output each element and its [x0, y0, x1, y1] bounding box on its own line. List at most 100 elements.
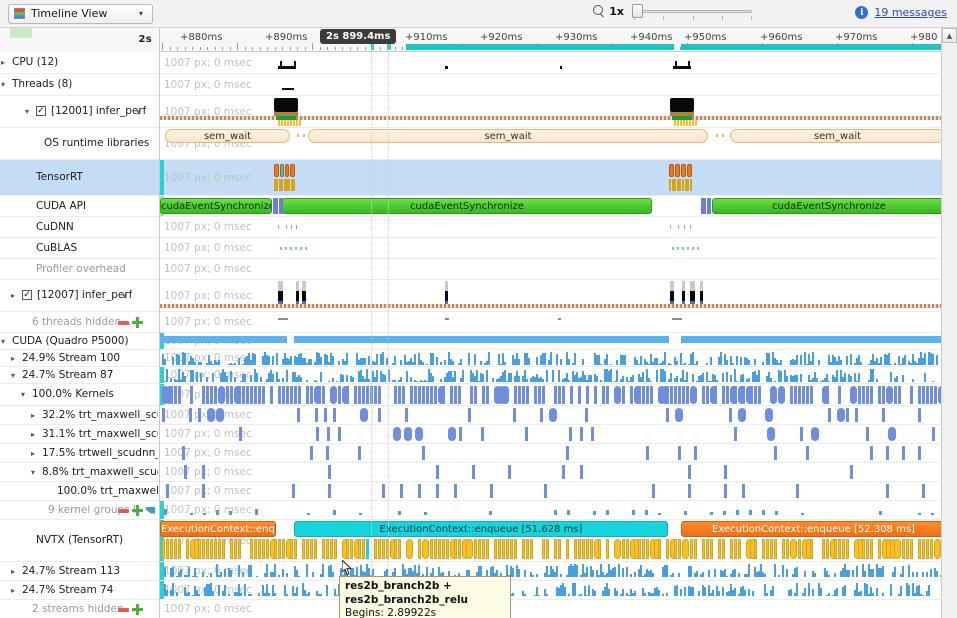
cudnn-mark[interactable]	[690, 225, 691, 229]
kernel-group-mark[interactable]	[918, 513, 921, 515]
stream74-kernel-mark[interactable]	[744, 590, 746, 596]
os-runtime-tick[interactable]	[722, 134, 724, 137]
nvtx-sub-range[interactable]	[526, 539, 529, 559]
cublas-mark[interactable]	[300, 247, 302, 250]
stream87-kernel-mark[interactable]	[780, 371, 782, 382]
stream74-kernel-mark[interactable]	[684, 587, 686, 596]
stream74-kernel-mark[interactable]	[876, 588, 878, 596]
stream87-kernel-mark[interactable]	[196, 372, 198, 382]
stream74-kernel-mark[interactable]	[900, 586, 902, 596]
kernel-bar[interactable]	[798, 386, 801, 404]
stream74-kernel-mark[interactable]	[198, 594, 200, 596]
kernel-detail-bar[interactable]	[562, 465, 565, 479]
nvtx-sub-range[interactable]	[398, 539, 401, 559]
stream74-kernel-mark[interactable]	[240, 593, 242, 596]
kernel-group-mark[interactable]	[632, 510, 635, 515]
thread-tick[interactable]	[293, 120, 295, 126]
thread-tick[interactable]	[692, 120, 694, 126]
stream87-kernel-mark[interactable]	[924, 373, 926, 382]
kernel-bar[interactable]	[622, 386, 625, 404]
stream113-kernel-mark[interactable]	[274, 564, 276, 577]
stream113-kernel-mark[interactable]	[764, 574, 766, 577]
nvtx-sub-range[interactable]	[566, 539, 569, 559]
kernel-detail-bar[interactable]	[393, 427, 401, 441]
stream100-kernel-mark[interactable]	[710, 357, 712, 365]
stream113-kernel-mark[interactable]	[782, 565, 784, 577]
tree-row[interactable]: ▾100.0% Kernels	[0, 384, 159, 406]
stream74-kernel-mark[interactable]	[698, 591, 700, 596]
stream74-kernel-mark[interactable]	[176, 592, 178, 596]
stream113-kernel-mark[interactable]	[786, 569, 788, 577]
stream74-kernel-mark[interactable]	[748, 589, 750, 596]
kernel-detail-bar[interactable]	[811, 427, 819, 441]
nvtx-sub-range[interactable]	[530, 539, 533, 559]
tree-row[interactable]: 1007 px; 0 msec	[160, 581, 941, 600]
kernel-detail-bar[interactable]	[652, 484, 655, 498]
cublas-mark[interactable]	[697, 247, 699, 250]
nvtx-sub-range[interactable]	[446, 539, 449, 559]
tree-row[interactable]: 1007 px; 0 msec	[160, 406, 941, 425]
kernel-group-mark[interactable]	[710, 512, 713, 515]
kernel-detail-bar[interactable]	[591, 427, 594, 441]
stream100-kernel-mark[interactable]	[254, 354, 256, 365]
kernel-detail-bar[interactable]	[216, 408, 224, 422]
kernel-detail-bar[interactable]	[513, 408, 516, 422]
stream87-kernel-mark[interactable]	[600, 380, 602, 382]
nvtx-sub-range[interactable]	[434, 539, 437, 559]
stream74-kernel-mark[interactable]	[658, 590, 660, 596]
kernel-detail-bar[interactable]	[549, 408, 557, 422]
nvtx-sub-range[interactable]	[786, 539, 789, 559]
thread-checkbox[interactable]: ✓	[36, 106, 46, 116]
kernel-bar[interactable]	[178, 386, 181, 404]
kernel-detail-bar[interactable]	[742, 484, 745, 498]
tensorrt-range[interactable]	[675, 164, 680, 177]
kernel-bar[interactable]	[526, 386, 529, 404]
tree-twisty[interactable]: ▸	[31, 411, 35, 420]
stream74-kernel-mark[interactable]	[790, 589, 792, 596]
kernel-bar[interactable]	[754, 386, 757, 404]
kernel-detail-bar[interactable]	[902, 446, 905, 460]
kernel-group-mark[interactable]	[749, 510, 752, 515]
stream100-kernel-mark[interactable]	[518, 359, 520, 365]
kernel-detail-bar[interactable]	[360, 408, 368, 422]
stream74-kernel-mark[interactable]	[538, 595, 540, 596]
stream87-kernel-mark[interactable]	[192, 370, 194, 382]
nvtx-sub-range[interactable]	[558, 539, 561, 559]
kernel-bar[interactable]	[318, 386, 321, 404]
kernel-bar[interactable]	[458, 386, 461, 404]
kernel-detail-bar[interactable]	[886, 484, 889, 498]
tensorrt-range[interactable]	[687, 164, 692, 177]
nvtx-sub-range[interactable]	[810, 539, 813, 559]
kernel-bar[interactable]	[514, 386, 517, 404]
kernel-bar[interactable]	[238, 386, 241, 404]
kernel-detail-bar[interactable]	[688, 484, 691, 498]
kernel-group-mark[interactable]	[645, 510, 648, 515]
kernel-bar[interactable]	[778, 386, 785, 404]
kernel-bar[interactable]	[538, 386, 541, 404]
kernel-group-mark[interactable]	[801, 513, 804, 515]
kernel-bar[interactable]	[678, 386, 681, 404]
cpu-utilization-mark[interactable]	[445, 66, 448, 69]
kernel-bar[interactable]	[306, 386, 309, 404]
stream87-kernel-mark[interactable]	[244, 374, 246, 382]
kernel-bar[interactable]	[450, 386, 453, 404]
nvtx-sub-range[interactable]	[486, 539, 489, 559]
kernel-detail-bar[interactable]	[326, 446, 329, 460]
kernel-bar[interactable]	[434, 386, 437, 404]
kernel-detail-bar[interactable]	[166, 484, 169, 498]
kernel-detail-bar[interactable]	[866, 427, 869, 441]
nvtx-sub-range[interactable]	[666, 539, 669, 559]
stream113-kernel-mark[interactable]	[652, 573, 654, 577]
kernel-detail-bar[interactable]	[422, 446, 425, 460]
stream113-kernel-mark[interactable]	[256, 576, 258, 577]
kernel-bar[interactable]	[282, 386, 285, 404]
thread2-idle-block[interactable]	[296, 281, 299, 291]
tree-row[interactable]: ▾✓[12001] infer_perf▾	[0, 96, 159, 128]
stream87-kernel-mark[interactable]	[486, 370, 488, 382]
stream87-kernel-mark[interactable]	[300, 377, 302, 382]
kernel-bar[interactable]	[422, 386, 425, 404]
stream100-kernel-mark[interactable]	[394, 356, 396, 365]
nvtx-sub-range[interactable]	[846, 539, 849, 559]
kernel-bar[interactable]	[922, 386, 925, 404]
stream113-kernel-mark[interactable]	[796, 567, 798, 577]
